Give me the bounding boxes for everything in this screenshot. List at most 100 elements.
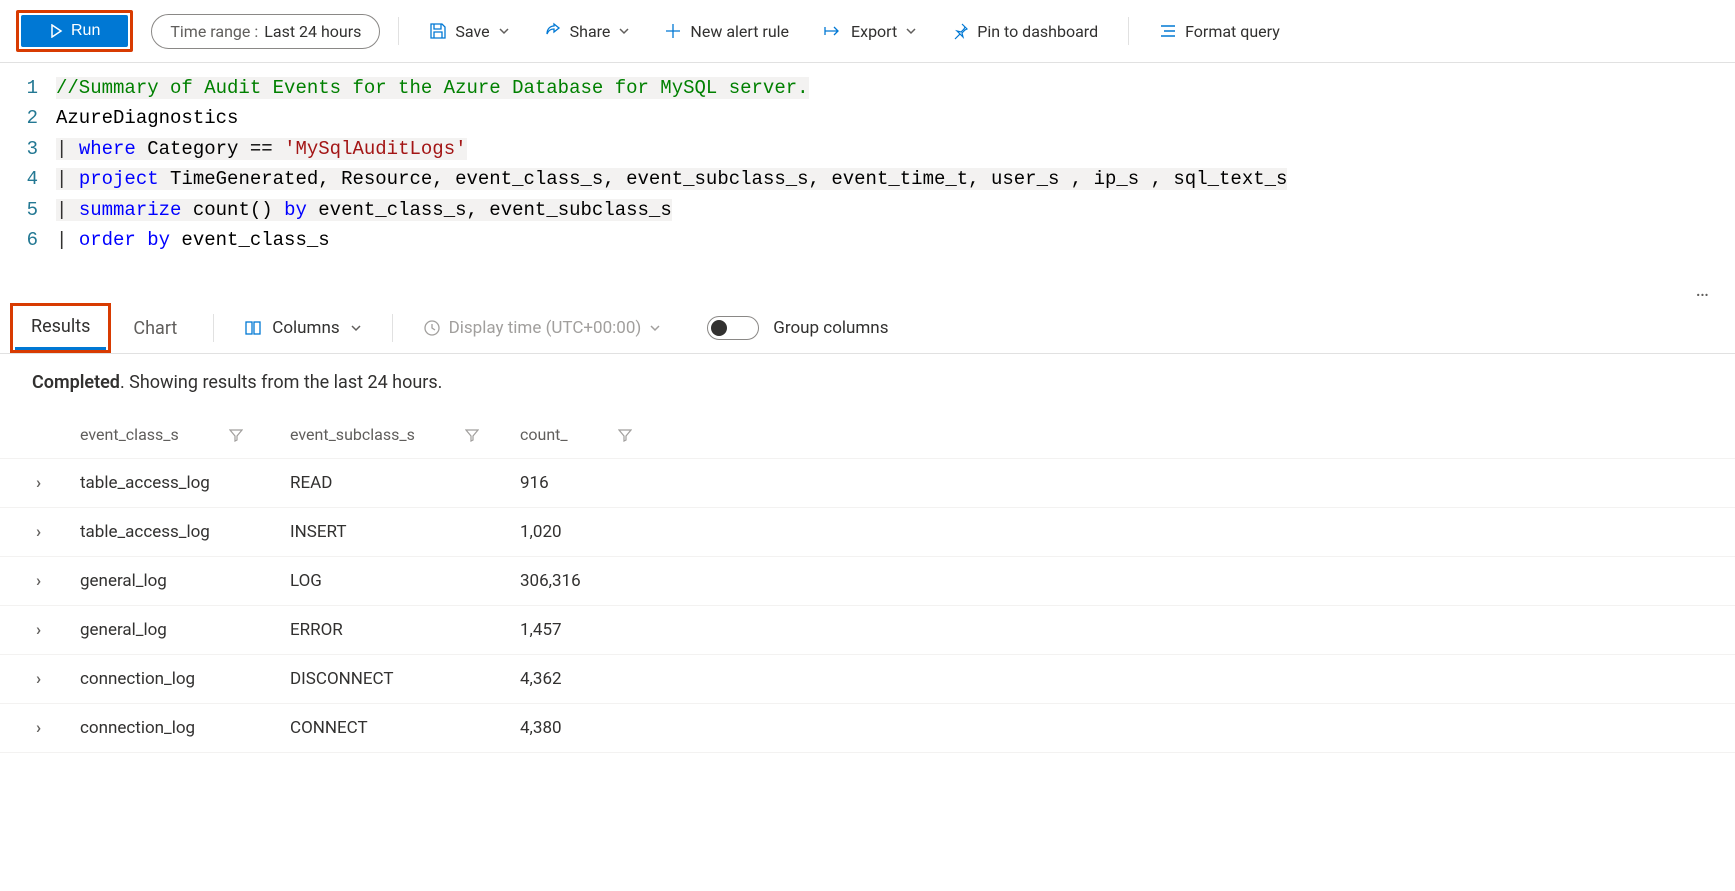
table-row[interactable]: › general_log LOG 306,316 — [0, 557, 1735, 606]
column-header-label: event_subclass_s — [290, 425, 415, 444]
share-button[interactable]: Share — [532, 16, 643, 47]
toggle-switch[interactable] — [707, 316, 759, 340]
pin-label: Pin to dashboard — [977, 22, 1098, 41]
cell-event-subclass: DISCONNECT — [290, 669, 520, 689]
group-columns-label: Group columns — [773, 318, 888, 338]
group-columns-toggle[interactable]: Group columns — [707, 316, 888, 340]
query-status: Completed. Showing results from the last… — [0, 354, 1735, 411]
play-icon — [49, 24, 63, 38]
share-label: Share — [570, 22, 611, 41]
cell-event-class: table_access_log — [80, 473, 290, 493]
filter-icon[interactable] — [465, 428, 479, 442]
top-toolbar: Run Time range : Last 24 hours Save Shar… — [0, 0, 1735, 63]
code-content[interactable]: | where Category == 'MySqlAuditLogs' — [56, 134, 467, 164]
code-line[interactable]: 6| order by event_class_s — [0, 225, 1735, 255]
cell-count: 1,457 — [520, 620, 680, 640]
new-alert-label: New alert rule — [690, 22, 789, 41]
separator — [1128, 17, 1129, 45]
time-range-label: Time range : — [170, 22, 258, 41]
expand-row-icon[interactable]: › — [36, 522, 80, 542]
column-header[interactable]: event_subclass_s — [290, 425, 520, 444]
cell-event-subclass: INSERT — [290, 522, 520, 542]
table-row[interactable]: › general_log ERROR 1,457 — [0, 606, 1735, 655]
separator — [392, 314, 393, 342]
new-alert-button[interactable]: New alert rule — [652, 16, 801, 47]
table-row[interactable]: › connection_log DISCONNECT 4,362 — [0, 655, 1735, 704]
tab-results[interactable]: Results — [15, 306, 106, 350]
display-time-button: Display time (UTC+00:00) — [413, 312, 672, 344]
share-icon — [544, 22, 562, 40]
code-content[interactable]: //Summary of Audit Events for the Azure … — [56, 73, 809, 103]
cell-event-class: general_log — [80, 620, 290, 640]
columns-button[interactable]: Columns — [234, 312, 371, 344]
filter-icon[interactable] — [618, 428, 632, 442]
expand-row-icon[interactable]: › — [36, 669, 80, 689]
line-number: 5 — [0, 195, 56, 225]
code-content[interactable]: | order by event_class_s — [56, 225, 330, 255]
export-label: Export — [851, 22, 897, 41]
export-icon — [823, 23, 843, 39]
results-toolbar: … Results Chart Columns Display time (UT… — [0, 295, 1735, 354]
cell-event-subclass: READ — [290, 473, 520, 493]
display-time-label: Display time (UTC+00:00) — [449, 318, 642, 338]
format-label: Format query — [1185, 22, 1280, 41]
columns-icon — [244, 319, 262, 337]
column-header-label: event_class_s — [80, 425, 179, 444]
separator — [398, 17, 399, 45]
cell-count: 306,316 — [520, 571, 680, 591]
pin-button[interactable]: Pin to dashboard — [939, 16, 1110, 47]
time-range-picker[interactable]: Time range : Last 24 hours — [151, 14, 380, 49]
cell-event-subclass: CONNECT — [290, 718, 520, 738]
run-button-highlight: Run — [16, 10, 133, 52]
filter-icon[interactable] — [229, 428, 243, 442]
expand-row-icon[interactable]: › — [36, 571, 80, 591]
save-label: Save — [455, 22, 489, 41]
plus-icon — [664, 22, 682, 40]
results-table: event_class_s event_subclass_s count_ › … — [0, 411, 1735, 753]
code-line[interactable]: 2AzureDiagnostics — [0, 103, 1735, 133]
expand-row-icon[interactable]: › — [36, 473, 80, 493]
save-button[interactable]: Save — [417, 16, 521, 47]
columns-label: Columns — [272, 318, 339, 338]
format-icon — [1159, 22, 1177, 40]
code-line[interactable]: 1//Summary of Audit Events for the Azure… — [0, 73, 1735, 103]
chevron-down-icon — [618, 25, 630, 37]
cell-event-class: general_log — [80, 571, 290, 591]
results-tab-highlight: Results — [10, 303, 111, 353]
pin-icon — [951, 22, 969, 40]
expand-row-icon[interactable]: › — [36, 718, 80, 738]
line-number: 3 — [0, 134, 56, 164]
export-button[interactable]: Export — [811, 16, 929, 47]
code-line[interactable]: 5| summarize count() by event_class_s, e… — [0, 195, 1735, 225]
column-header[interactable]: count_ — [520, 425, 680, 444]
time-range-value: Last 24 hours — [264, 22, 361, 41]
column-header[interactable]: event_class_s — [80, 425, 290, 444]
line-number: 1 — [0, 73, 56, 103]
code-content[interactable]: | summarize count() by event_class_s, ev… — [56, 195, 672, 225]
code-line[interactable]: 3| where Category == 'MySqlAuditLogs' — [0, 134, 1735, 164]
code-content[interactable]: AzureDiagnostics — [56, 103, 238, 133]
chevron-down-icon — [905, 25, 917, 37]
line-number: 6 — [0, 225, 56, 255]
expand-row-icon[interactable]: › — [36, 620, 80, 640]
code-content[interactable]: | project TimeGenerated, Resource, event… — [56, 164, 1287, 194]
run-button-label: Run — [71, 22, 100, 40]
cell-event-class: connection_log — [80, 718, 290, 738]
more-menu-icon[interactable]: … — [1696, 277, 1711, 301]
table-row[interactable]: › table_access_log READ 916 — [0, 459, 1735, 508]
code-line[interactable]: 4| project TimeGenerated, Resource, even… — [0, 164, 1735, 194]
format-query-button[interactable]: Format query — [1147, 16, 1292, 47]
expand-column-header — [36, 425, 80, 444]
cell-event-class: table_access_log — [80, 522, 290, 542]
query-editor[interactable]: 1//Summary of Audit Events for the Azure… — [0, 63, 1735, 295]
run-button[interactable]: Run — [21, 15, 128, 47]
table-row[interactable]: › connection_log CONNECT 4,380 — [0, 704, 1735, 753]
cell-count: 4,380 — [520, 718, 680, 738]
cell-count: 4,362 — [520, 669, 680, 689]
tab-chart[interactable]: Chart — [117, 308, 193, 349]
cell-event-subclass: ERROR — [290, 620, 520, 640]
table-row[interactable]: › table_access_log INSERT 1,020 — [0, 508, 1735, 557]
chevron-down-icon — [649, 322, 661, 334]
table-header: event_class_s event_subclass_s count_ — [0, 411, 1735, 459]
line-number: 2 — [0, 103, 56, 133]
